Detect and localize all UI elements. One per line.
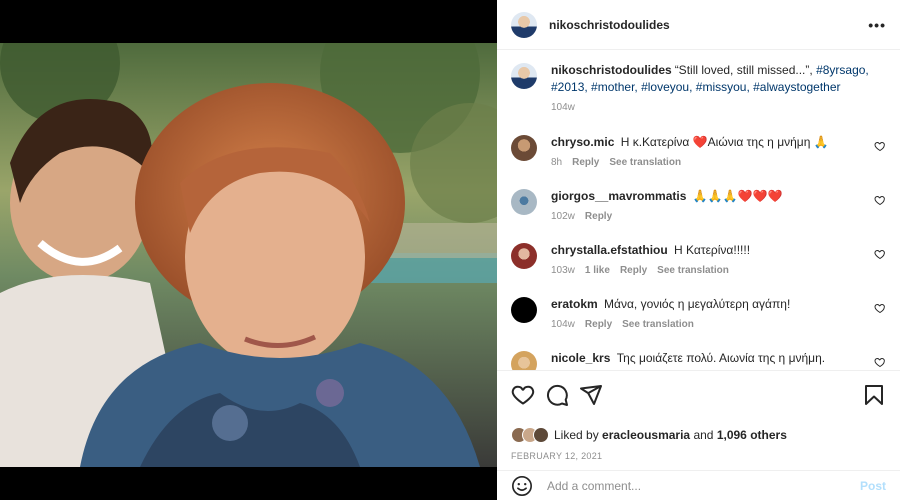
comment-body-b: Αιώνια της η μνήμη <box>707 135 811 149</box>
more-horizontal-icon[interactable]: ••• <box>868 17 886 33</box>
caption-avatar[interactable] <box>511 63 537 89</box>
commenter-avatar[interactable] <box>511 135 537 161</box>
comment-item: nicole_krs Της μοιάζετε πολύ. Αιωνία της… <box>511 350 886 370</box>
comment-time[interactable]: 104w <box>551 319 575 330</box>
reply-button[interactable]: Reply <box>572 157 599 168</box>
caption-hashtags-2[interactable]: #mother, #loveyou, #missyou, #alwaystoge… <box>591 80 840 94</box>
comment-like-heart-icon[interactable] <box>874 356 886 368</box>
post-header: nikoschristodoulides ••• <box>497 0 900 50</box>
commenter-avatar[interactable] <box>511 243 537 269</box>
see-translation-button[interactable]: See translation <box>622 319 694 330</box>
comment-meta: 104w Reply See translation <box>551 319 871 330</box>
comment-text: nicole_krs Της μοιάζετε πολύ. Αιωνία της… <box>551 350 871 367</box>
owner-avatar[interactable] <box>511 11 537 38</box>
reply-button[interactable]: Reply <box>585 319 612 330</box>
caption: nikoschristodoulides “Still loved, still … <box>511 62 886 134</box>
comment-text: eratokm Μάνα, γονιός η μεγαλύτερη αγάπη! <box>551 296 871 313</box>
comment-body: Μάνα, γονιός η μεγαλύτερη αγάπη! <box>604 297 791 311</box>
photo-illustration <box>0 43 497 467</box>
see-translation-button[interactable]: See translation <box>657 265 729 276</box>
comment-item: chrystalla.efstathiou Η Κατερίνα!!!!! 10… <box>511 242 886 296</box>
commenter-avatar[interactable] <box>511 189 537 215</box>
bookmark-icon[interactable] <box>862 383 886 407</box>
comment-body-a: Η κ.Κατερίνα <box>620 135 690 149</box>
comment-meta: 102w Reply <box>551 211 871 222</box>
comment-like-heart-icon[interactable] <box>874 194 886 206</box>
comment-time[interactable]: 102w <box>551 211 575 222</box>
likes-summary: Liked by eracleousmaria and 1,096 others <box>511 426 886 444</box>
comment-username[interactable]: giorgos__mavrommatis <box>551 189 686 203</box>
comment-item: eratokm Μάνα, γονιός η μεγαλύτερη αγάπη!… <box>511 296 886 350</box>
reply-button[interactable]: Reply <box>585 211 612 222</box>
comment-like-heart-icon[interactable] <box>874 140 886 152</box>
comment-time[interactable]: 8h <box>551 157 562 168</box>
action-icons <box>511 383 886 407</box>
see-translation-button[interactable]: See translation <box>609 157 681 168</box>
commenter-avatar[interactable] <box>511 297 537 323</box>
comment-body: Της μοιάζετε πολύ. Αιωνία της η μνήμη. <box>616 351 826 365</box>
comment-item: chryso.mic Η κ.Κατερίνα ❤️Αιώνια της η μ… <box>511 134 886 188</box>
share-icon[interactable] <box>579 383 603 407</box>
liker-avatars[interactable] <box>511 427 549 443</box>
caption-time[interactable]: 104w <box>551 102 575 113</box>
comment-like-count[interactable]: 1 like <box>585 265 610 276</box>
red-heart-emoji: ❤️ <box>692 135 708 149</box>
comment-body: 🙏🙏🙏❤️❤️❤️ <box>692 189 783 203</box>
smiley-icon[interactable] <box>511 475 533 497</box>
post-date[interactable]: FEBRUARY 12, 2021 <box>511 451 886 461</box>
comment-time[interactable]: 103w <box>551 265 575 276</box>
caption-meta: 104w <box>551 102 871 113</box>
commenter-avatar[interactable] <box>511 351 537 370</box>
folded-hands-emoji: 🙏 <box>813 135 829 149</box>
caption-quote: “Still loved, still missed...”, <box>674 63 817 77</box>
post-media <box>0 0 497 500</box>
liked-by-label: Liked by <box>554 428 599 442</box>
comment-icon[interactable] <box>545 383 569 407</box>
likes-others-count[interactable]: 1,096 others <box>717 428 787 442</box>
comment-username[interactable]: nicole_krs <box>551 351 610 365</box>
comments-list[interactable]: nikoschristodoulides “Still loved, still … <box>497 50 900 370</box>
caption-text: nikoschristodoulides “Still loved, still … <box>551 62 871 96</box>
comment-username[interactable]: eratokm <box>551 297 598 311</box>
comment-like-heart-icon[interactable] <box>874 248 886 260</box>
comment-item: giorgos__mavrommatis 🙏🙏🙏❤️❤️❤️ 102w Repl… <box>511 188 886 242</box>
comment-text: chryso.mic Η κ.Κατερίνα ❤️Αιώνια της η μ… <box>551 134 871 151</box>
owner-username[interactable]: nikoschristodoulides <box>549 18 670 32</box>
post-actions: Liked by eracleousmaria and 1,096 others… <box>497 370 900 461</box>
liked-by-user[interactable]: eracleousmaria <box>602 428 690 442</box>
comment-text: chrystalla.efstathiou Η Κατερίνα!!!!! <box>551 242 871 259</box>
comment-username[interactable]: chryso.mic <box>551 135 614 149</box>
post-photo[interactable] <box>0 43 497 467</box>
add-comment-bar: Post <box>497 470 900 500</box>
caption-username[interactable]: nikoschristodoulides <box>551 63 672 77</box>
comment-meta: 8h Reply See translation <box>551 157 871 168</box>
comment-body: Η Κατερίνα!!!!! <box>674 243 751 257</box>
post-side-panel: nikoschristodoulides ••• nikoschristodou… <box>497 0 900 500</box>
comment-username[interactable]: chrystalla.efstathiou <box>551 243 668 257</box>
heart-icon[interactable] <box>511 383 535 407</box>
liked-and-label: and <box>693 428 714 442</box>
post-comment-button[interactable]: Post <box>860 479 886 493</box>
comment-like-heart-icon[interactable] <box>874 302 886 314</box>
reply-button[interactable]: Reply <box>620 265 647 276</box>
comment-meta: 103w 1 like Reply See translation <box>551 265 871 276</box>
comment-text: giorgos__mavrommatis 🙏🙏🙏❤️❤️❤️ <box>551 188 871 205</box>
comment-input[interactable] <box>547 478 860 493</box>
